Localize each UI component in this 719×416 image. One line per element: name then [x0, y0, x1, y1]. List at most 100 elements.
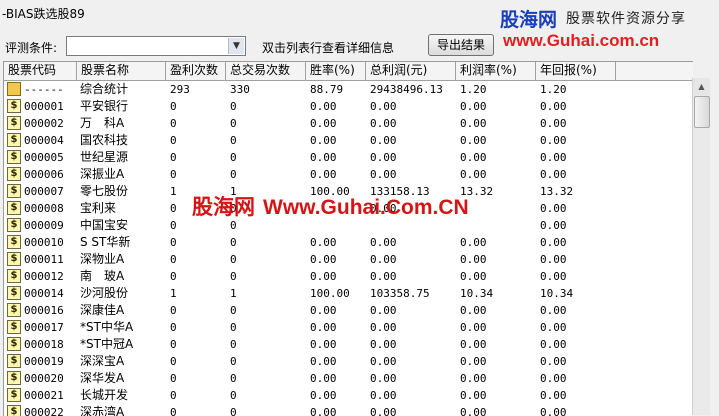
profit-rate: 0.00 [460, 372, 487, 385]
profit-rate: 0.00 [460, 134, 487, 147]
win-rate-cell: 100.00 [310, 285, 366, 302]
column-header[interactable]: 总利润(元) [366, 62, 456, 80]
table-row[interactable]: $000018 *ST中冠A 0 0 0.00 0.00 0.00 0.00 [4, 336, 693, 353]
trade-count: 0 [230, 389, 237, 402]
profit-rate-cell: 0.00 [460, 115, 536, 132]
win-count: 0 [170, 372, 177, 385]
table-row[interactable]: $000011 深物业A 0 0 0.00 0.00 0.00 0.00 [4, 251, 693, 268]
total-profit: 103358.75 [370, 287, 430, 300]
filter-select[interactable]: ▼ [66, 36, 246, 56]
win-count-cell: 0 [170, 353, 226, 370]
stock-name-cell: 深物业A [80, 251, 166, 268]
win-rate: 0.00 [310, 338, 337, 351]
trade-count-cell: 0 [230, 302, 306, 319]
table-row[interactable]: $000021 长城开发 0 0 0.00 0.00 0.00 0.00 [4, 387, 693, 404]
win-rate: 0.00 [310, 100, 337, 113]
total-profit: 0.00 [370, 253, 397, 266]
scroll-thumb[interactable] [694, 96, 710, 128]
table-row[interactable]: $000012 南 玻A 0 0 0.00 0.00 0.00 0.00 [4, 268, 693, 285]
win-rate-cell: 0.00 [310, 234, 366, 251]
annual-return-cell: 0.00 [540, 404, 616, 416]
table-row[interactable]: $000017 *ST中华A 0 0 0.00 0.00 0.00 0.00 [4, 319, 693, 336]
filter-bar: 评测条件: ▼ 双击列表行查看详细信息 导出结果 [0, 30, 719, 60]
win-count: 0 [170, 270, 177, 283]
stock-name: 深康佳A [80, 303, 125, 317]
stock-code: ------ [24, 83, 64, 96]
column-header[interactable]: 利润率(%) [456, 62, 536, 80]
profit-rate-cell: 0.00 [460, 302, 536, 319]
column-header[interactable]: 年回报(%) [536, 62, 616, 80]
win-count-cell: 0 [170, 132, 226, 149]
win-count-cell: 0 [170, 387, 226, 404]
profit-rate-cell: 0.00 [460, 149, 536, 166]
stock-name-cell: 长城开发 [80, 387, 166, 404]
stock-name-cell: 深赤湾A [80, 404, 166, 416]
stock-name-cell: 沙河股份 [80, 285, 166, 302]
stock-name: 万 科A [80, 116, 125, 130]
column-header[interactable]: 股票名称 [77, 62, 166, 80]
column-header[interactable]: 胜率(%) [306, 62, 366, 80]
dollar-icon: $ [7, 371, 21, 385]
export-button[interactable]: 导出结果 [428, 34, 494, 56]
column-header[interactable]: 股票代码 [4, 62, 77, 80]
dollar-icon: $ [7, 99, 21, 113]
stock-name: 综合统计 [80, 82, 129, 96]
stock-code: 000008 [24, 202, 64, 215]
vertical-scrollbar[interactable]: ▲ [692, 78, 710, 415]
stock-code: 000018 [24, 338, 64, 351]
profit-rate-cell: 0.00 [460, 387, 536, 404]
win-rate-cell: 0.00 [310, 319, 366, 336]
profit-rate: 0.00 [460, 236, 487, 249]
total-profit-cell: 0.00 [370, 302, 456, 319]
total-profit-cell: 0.00 [370, 319, 456, 336]
stock-code: 000007 [24, 185, 64, 198]
stock-name-cell: *ST中华A [80, 319, 166, 336]
stock-code: 000010 [24, 236, 64, 249]
annual-return-cell: 0.00 [540, 336, 616, 353]
profit-rate-cell: 0.00 [460, 166, 536, 183]
trade-count: 0 [230, 355, 237, 368]
win-count-cell: 0 [170, 319, 226, 336]
table-row[interactable]: $000006 深振业A 0 0 0.00 0.00 0.00 0.00 [4, 166, 693, 183]
dollar-icon: $ [7, 286, 21, 300]
table-row[interactable]: $000019 深深宝A 0 0 0.00 0.00 0.00 0.00 [4, 353, 693, 370]
table-row[interactable]: $000022 深赤湾A 0 0 0.00 0.00 0.00 0.00 [4, 404, 693, 416]
chevron-down-icon[interactable]: ▼ [228, 38, 244, 54]
trade-count-cell: 0 [230, 353, 306, 370]
win-count: 0 [170, 338, 177, 351]
stock-name: 深物业A [80, 252, 125, 266]
dollar-icon: $ [7, 320, 21, 334]
annual-return-cell: 0.00 [540, 200, 616, 217]
total-profit-cell: 29438496.13 [370, 81, 456, 98]
table-row[interactable]: $000005 世纪星源 0 0 0.00 0.00 0.00 0.00 [4, 149, 693, 166]
annual-return-cell: 0.00 [540, 149, 616, 166]
scroll-up-icon[interactable]: ▲ [693, 78, 710, 95]
results-table[interactable]: 股票代码 股票名称 盈利次数 总交易次数 胜率(%) 总利润(元) 利润率(%)… [3, 61, 693, 416]
win-rate: 0.00 [310, 389, 337, 402]
total-profit: 0.00 [370, 355, 397, 368]
annual-return-cell: 13.32 [540, 183, 616, 200]
column-header[interactable]: 总交易次数 [226, 62, 306, 80]
table-row[interactable]: $000001 平安银行 0 0 0.00 0.00 0.00 0.00 [4, 98, 693, 115]
trade-count: 330 [230, 83, 250, 96]
annual-return-cell: 0.00 [540, 217, 616, 234]
dollar-icon: $ [7, 354, 21, 368]
table-row[interactable]: $000016 深康佳A 0 0 0.00 0.00 0.00 0.00 [4, 302, 693, 319]
total-profit: 0.00 [370, 134, 397, 147]
total-profit-cell: 0.00 [370, 387, 456, 404]
stock-code: 000001 [24, 100, 64, 113]
table-row[interactable]: $000014 沙河股份 1 1 100.00 103358.75 10.34 10.34 [4, 285, 693, 302]
column-header[interactable]: 盈利次数 [166, 62, 226, 80]
table-row[interactable]: ------ 综合统计 293 330 88.79 29438496.13 1.20 1.20 [4, 81, 693, 98]
profit-rate-cell: 0.00 [460, 268, 536, 285]
win-rate-cell: 0.00 [310, 353, 366, 370]
trade-count-cell: 0 [230, 319, 306, 336]
table-row[interactable]: $000010 S ST华新 0 0 0.00 0.00 0.00 0.00 [4, 234, 693, 251]
table-row[interactable]: $000004 国农科技 0 0 0.00 0.00 0.00 0.00 [4, 132, 693, 149]
annual-return-cell: 1.20 [540, 81, 616, 98]
table-row[interactable]: $000002 万 科A 0 0 0.00 0.00 0.00 0.00 [4, 115, 693, 132]
profit-rate: 1.20 [460, 83, 487, 96]
trade-count: 0 [230, 321, 237, 334]
table-row[interactable]: $000020 深华发A 0 0 0.00 0.00 0.00 0.00 [4, 370, 693, 387]
annual-return-cell: 0.00 [540, 370, 616, 387]
